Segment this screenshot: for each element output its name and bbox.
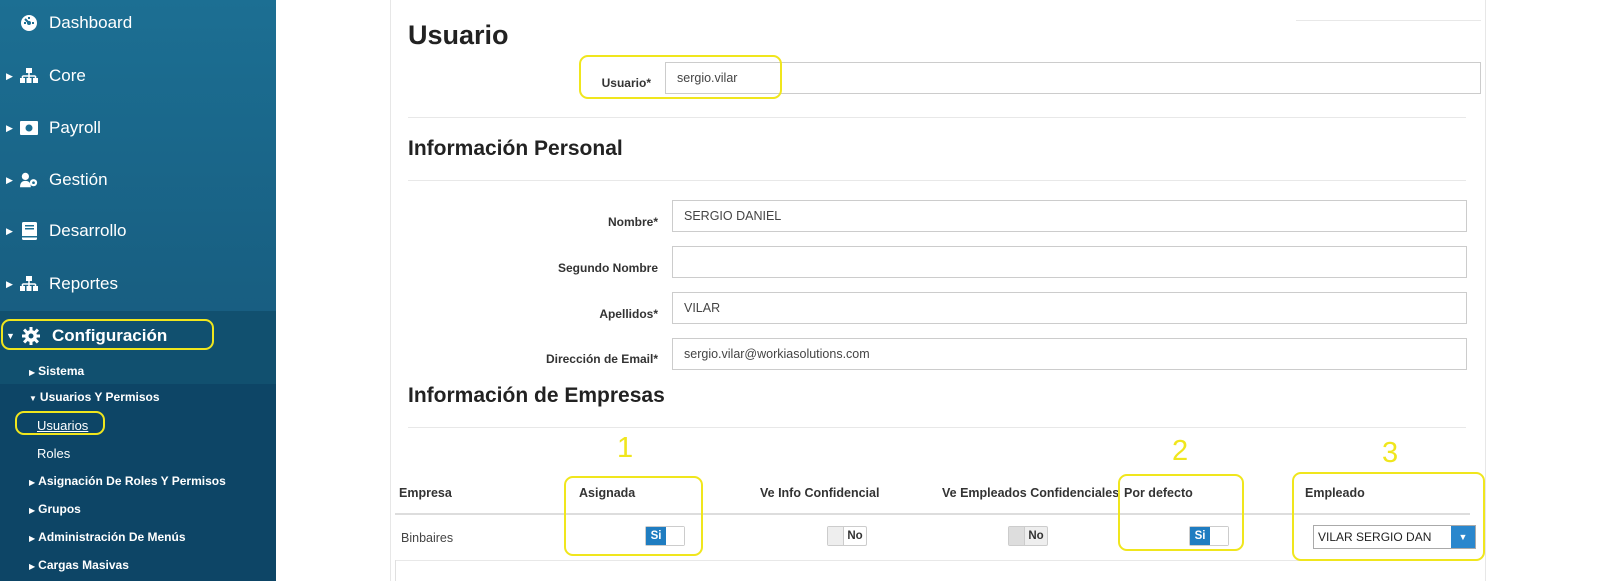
money-icon bbox=[20, 119, 38, 137]
sidebar: Dashboard ▶ Core ▶ Payroll ▶ Gestión ▶ D… bbox=[0, 0, 276, 581]
segundo-nombre-label: Segundo Nombre bbox=[557, 261, 658, 275]
sidebar-subitem-sistema[interactable]: ▶ Sistema bbox=[29, 364, 84, 378]
email-label: Dirección de Email* bbox=[545, 352, 658, 366]
column-header-empresa: Empresa bbox=[399, 486, 452, 500]
dashboard-icon bbox=[20, 14, 38, 32]
sidebar-item-core[interactable]: ▶ Core bbox=[0, 61, 276, 91]
column-header-ve-empleados: Ve Empleados Confidenciales bbox=[942, 486, 1120, 500]
sidebar-item-payroll[interactable]: ▶ Payroll bbox=[0, 113, 276, 143]
email-input[interactable] bbox=[672, 338, 1467, 370]
apellidos-input[interactable] bbox=[672, 292, 1467, 324]
sidebar-item-label: Dashboard bbox=[49, 13, 133, 32]
sidebar-subitem-admin-menus[interactable]: ▶ Administración De Menús bbox=[29, 530, 186, 544]
sidebar-item-label: Core bbox=[49, 66, 86, 85]
highlight-box bbox=[1292, 472, 1485, 561]
caret-right-icon: ▶ bbox=[6, 278, 13, 289]
caret-right-icon: ▶ bbox=[6, 122, 13, 133]
user-cog-icon bbox=[20, 171, 38, 189]
apellidos-label: Apellidos* bbox=[599, 307, 658, 321]
caret-right-icon: ▶ bbox=[6, 225, 13, 236]
sidebar-item-desarrollo[interactable]: ▶ Desarrollo bbox=[0, 216, 276, 246]
sidebar-item-label: Gestión bbox=[49, 170, 108, 189]
caret-right-icon: ▶ bbox=[6, 70, 13, 81]
divider bbox=[408, 117, 1466, 118]
ve-info-toggle[interactable]: No bbox=[827, 526, 867, 546]
usuario-input[interactable] bbox=[665, 62, 1481, 94]
caret-right-icon: ▶ bbox=[29, 478, 36, 487]
sidebar-item-label: Reportes bbox=[49, 274, 118, 293]
sitemap-icon bbox=[20, 67, 38, 85]
sidebar-item-label: Desarrollo bbox=[49, 221, 127, 240]
sidebar-subitem-roles[interactable]: Roles bbox=[37, 446, 70, 461]
cell-empresa: Binbaires bbox=[401, 531, 454, 545]
divider bbox=[408, 427, 1466, 428]
caret-right-icon: ▶ bbox=[29, 534, 36, 543]
nombre-input[interactable] bbox=[672, 200, 1467, 232]
sidebar-item-label: Payroll bbox=[49, 118, 101, 137]
sidebar-subitem-cargas[interactable]: ▶ Cargas Masivas bbox=[29, 558, 129, 572]
highlight-box bbox=[579, 55, 782, 99]
divider bbox=[408, 180, 1466, 181]
divider bbox=[1296, 20, 1481, 21]
annotation-number: 2 bbox=[1172, 435, 1189, 467]
divider bbox=[395, 560, 396, 581]
highlight-box bbox=[15, 411, 105, 435]
caret-right-icon: ▶ bbox=[29, 562, 36, 571]
section-title-empresas: Información de Empresas bbox=[408, 384, 665, 407]
sidebar-subitem-asignacion[interactable]: ▶ Asignación De Roles Y Permisos bbox=[29, 474, 226, 488]
caret-right-icon: ▶ bbox=[29, 506, 36, 515]
caret-right-icon: ▶ bbox=[29, 368, 36, 377]
main-content: Usuario Usuario* Información Personal No… bbox=[276, 0, 1600, 581]
sidebar-item-gestion[interactable]: ▶ Gestión bbox=[0, 165, 276, 195]
form-card: Usuario Usuario* Información Personal No… bbox=[390, 0, 1486, 581]
sitemap-icon bbox=[20, 275, 38, 293]
highlight-box bbox=[1, 319, 214, 350]
book-icon bbox=[20, 222, 38, 240]
highlight-box bbox=[1118, 474, 1244, 551]
ve-empleados-toggle[interactable]: No bbox=[1008, 526, 1048, 546]
section-title-personal: Información Personal bbox=[408, 137, 623, 160]
sidebar-subitem-grupos[interactable]: ▶ Grupos bbox=[29, 502, 81, 516]
page-title: Usuario bbox=[408, 20, 509, 50]
sidebar-item-dashboard[interactable]: Dashboard bbox=[0, 8, 276, 38]
sidebar-subitem-usuarios-permisos[interactable]: ▼ Usuarios Y Permisos bbox=[29, 390, 160, 404]
caret-down-icon: ▼ bbox=[29, 394, 37, 403]
nombre-label: Nombre* bbox=[607, 215, 658, 229]
sidebar-item-reportes[interactable]: ▶ Reportes bbox=[0, 269, 276, 299]
annotation-number: 1 bbox=[617, 432, 634, 464]
caret-right-icon: ▶ bbox=[6, 174, 13, 185]
highlight-box bbox=[564, 476, 703, 556]
column-header-ve-info: Ve Info Confidencial bbox=[760, 486, 880, 500]
annotation-number: 3 bbox=[1382, 437, 1399, 469]
segundo-nombre-input[interactable] bbox=[672, 246, 1467, 278]
